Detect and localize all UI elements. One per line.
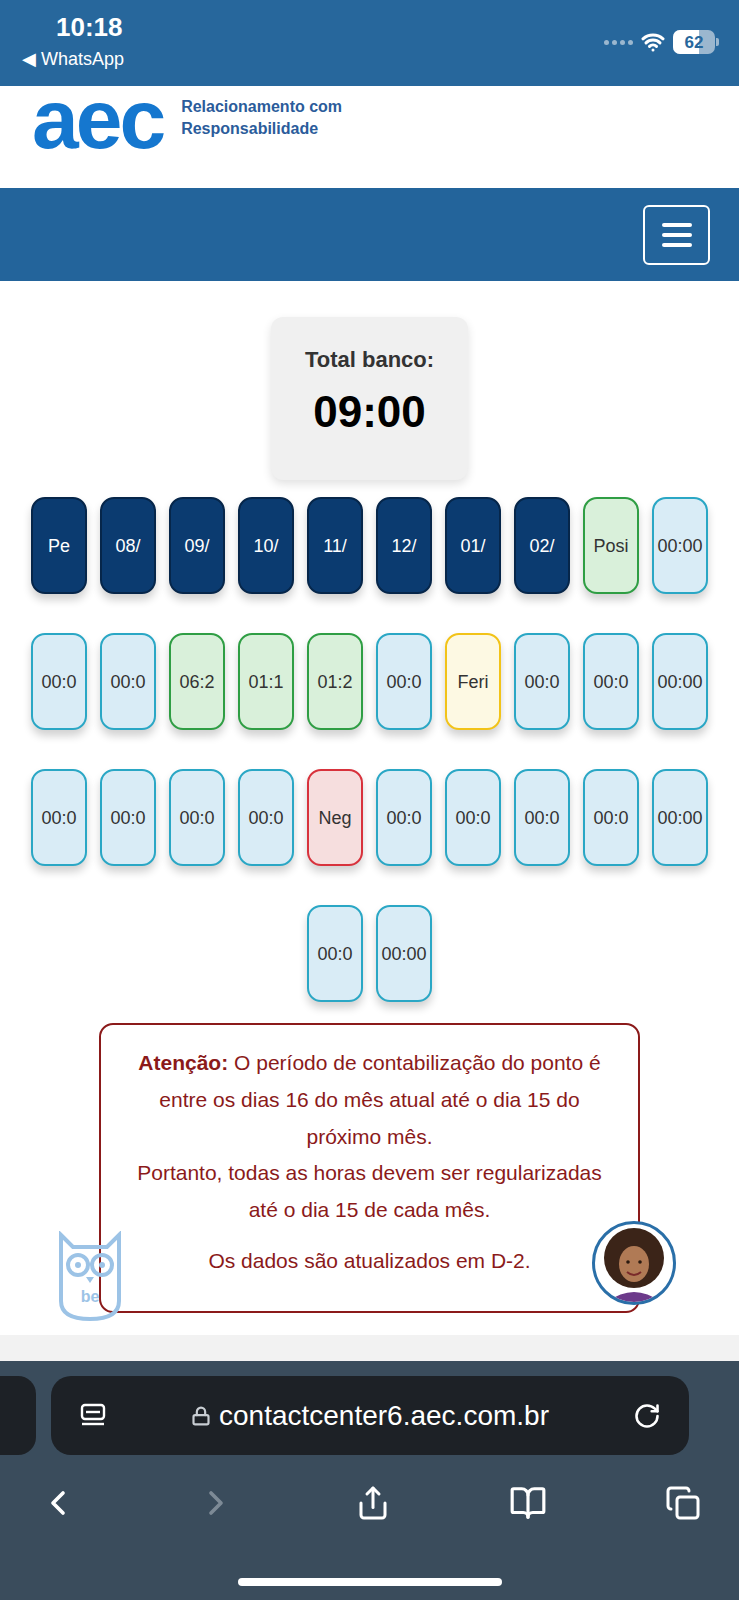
back-to-app[interactable]: ◀ WhatsApp xyxy=(20,50,124,68)
day-pill[interactable]: 00:0 xyxy=(100,769,156,866)
day-pill[interactable]: 00:00 xyxy=(652,633,708,730)
day-pill[interactable]: 12/ xyxy=(376,497,432,594)
site-header: aec Relacionamento comResponsabilidade xyxy=(0,86,739,188)
day-pill[interactable]: 01:1 xyxy=(238,633,294,730)
assistant-avatar[interactable] xyxy=(592,1221,676,1305)
bookmarks-icon[interactable] xyxy=(509,1484,547,1522)
previous-tab[interactable] xyxy=(0,1376,36,1455)
day-pill[interactable]: Neg xyxy=(307,769,363,866)
day-pill[interactable]: 00:0 xyxy=(514,633,570,730)
nav-bar xyxy=(0,188,739,281)
status-bar: 10:18 ◀ WhatsApp 62 xyxy=(0,0,739,86)
wifi-icon xyxy=(641,30,665,54)
day-pill[interactable]: 00:0 xyxy=(376,633,432,730)
page-menu-icon[interactable] xyxy=(79,1403,107,1429)
owl-icon xyxy=(51,1231,129,1323)
reload-icon[interactable] xyxy=(633,1402,661,1430)
footer xyxy=(0,1335,739,1361)
aec-logo[interactable]: aec xyxy=(32,86,163,153)
owl-assistant[interactable]: be xyxy=(51,1231,129,1323)
day-pill[interactable]: 00:00 xyxy=(376,905,432,1002)
total-value: 09:00 xyxy=(313,390,426,434)
avatar-icon xyxy=(595,1224,673,1302)
day-pill[interactable]: 00:0 xyxy=(100,633,156,730)
menu-button[interactable] xyxy=(643,205,710,265)
notice-text: Atenção: O período de contabilização do … xyxy=(127,1045,612,1155)
day-pill[interactable]: 00:00 xyxy=(652,769,708,866)
battery: 62 xyxy=(673,30,719,54)
home-indicator xyxy=(238,1578,502,1586)
day-grid: Pe08/09/10/11/12/01/02/Posi00:0000:000:0… xyxy=(31,497,708,1002)
notice-text: Portanto, todas as horas devem ser regul… xyxy=(127,1155,612,1229)
day-pill[interactable]: 00:00 xyxy=(652,497,708,594)
signal-icon xyxy=(604,40,633,45)
day-pill[interactable]: 01:2 xyxy=(307,633,363,730)
day-pill[interactable]: Feri xyxy=(445,633,501,730)
day-pill[interactable]: 01/ xyxy=(445,497,501,594)
day-pill[interactable]: 00:0 xyxy=(583,769,639,866)
day-pill[interactable]: 00:0 xyxy=(238,769,294,866)
day-pill[interactable]: 10/ xyxy=(238,497,294,594)
tabs-icon[interactable] xyxy=(665,1485,701,1521)
total-card: Total banco: 09:00 xyxy=(271,317,468,480)
day-pill[interactable]: 00:0 xyxy=(583,633,639,730)
forward-icon[interactable] xyxy=(196,1483,236,1523)
address-bar[interactable]: contactcenter6.aec.com.br xyxy=(51,1376,689,1455)
browser-bar: contactcenter6.aec.com.br xyxy=(0,1361,739,1600)
day-pill[interactable]: 02/ xyxy=(514,497,570,594)
day-pill[interactable]: 00:0 xyxy=(445,769,501,866)
day-pill[interactable]: 00:0 xyxy=(514,769,570,866)
share-icon[interactable] xyxy=(355,1485,391,1521)
content: Total banco: 09:00 Pe08/09/10/11/12/01/02/… xyxy=(0,281,739,1361)
day-pill[interactable]: Pe xyxy=(31,497,87,594)
url: contactcenter6.aec.com.br xyxy=(219,1395,549,1437)
tagline: Relacionamento comResponsabilidade xyxy=(181,96,342,141)
notice-box: Atenção: O período de contabilização do … xyxy=(99,1023,640,1313)
page: 10:18 ◀ WhatsApp 62 aec Relacionamento comRe… xyxy=(0,0,739,1600)
day-pill[interactable]: 00:0 xyxy=(31,633,87,730)
notice-note: Os dados são atualizados em D-2. xyxy=(127,1243,612,1280)
time: 10:18 xyxy=(20,14,123,40)
day-pill[interactable]: 06:2 xyxy=(169,633,225,730)
day-pill[interactable]: 00:0 xyxy=(31,769,87,866)
browser-toolbar xyxy=(0,1455,739,1551)
total-label: Total banco: xyxy=(305,343,434,376)
day-pill[interactable]: 09/ xyxy=(169,497,225,594)
back-icon[interactable] xyxy=(38,1483,78,1523)
day-pill[interactable]: 00:0 xyxy=(307,905,363,1002)
day-pill[interactable]: Posi xyxy=(583,497,639,594)
lock-icon xyxy=(191,1406,211,1426)
day-pill[interactable]: 11/ xyxy=(307,497,363,594)
day-pill[interactable]: 00:0 xyxy=(376,769,432,866)
day-pill[interactable]: 08/ xyxy=(100,497,156,594)
day-pill[interactable]: 00:0 xyxy=(169,769,225,866)
